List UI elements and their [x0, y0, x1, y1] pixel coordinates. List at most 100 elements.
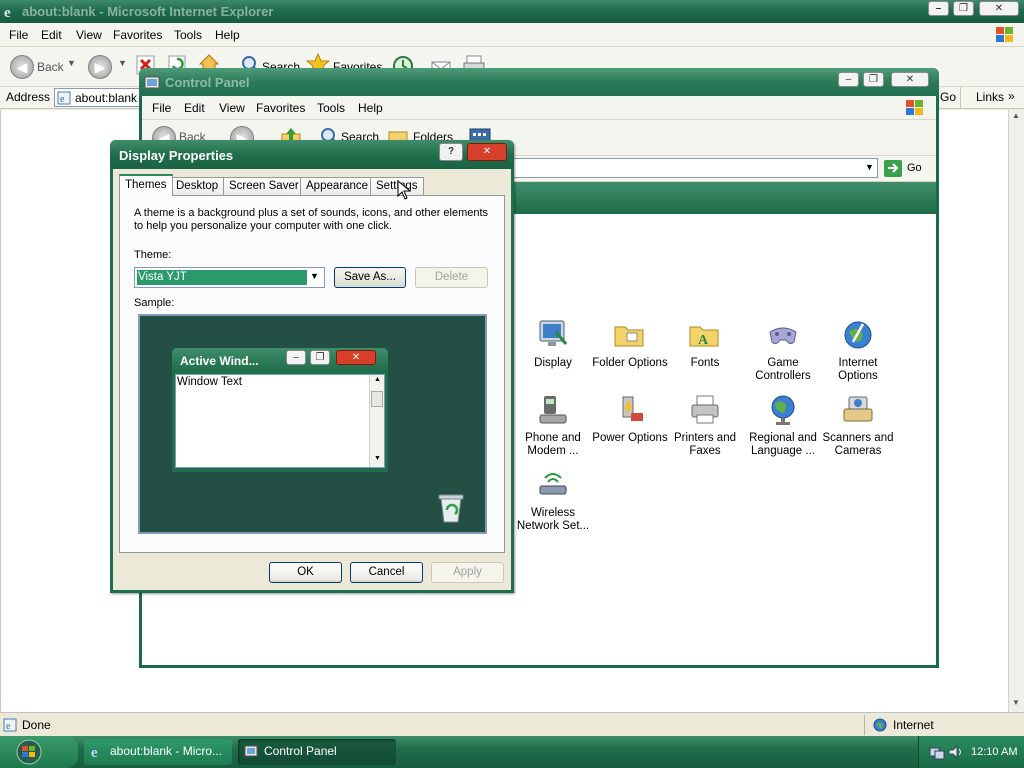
cp-item-label: Regional and Language ... [749, 432, 817, 457]
cp-go-label[interactable]: Go [907, 162, 922, 174]
help-button[interactable]: ? [439, 143, 463, 161]
ie-forward-arrow-icon[interactable]: ▶ [88, 55, 112, 79]
cp-item-fonts[interactable]: A Fonts [667, 318, 743, 370]
sample-scroll-down-icon: ▼ [374, 455, 381, 462]
task-internet-explorer[interactable]: e about:blank - Micro... [84, 739, 232, 765]
cp-close-button[interactable]: ✕ [891, 72, 929, 87]
save-as-button[interactable]: Save As... [334, 267, 406, 288]
ie-links-label[interactable]: Links [976, 90, 1004, 104]
ok-button[interactable]: OK [269, 562, 342, 583]
cp-item-regional-language[interactable]: Regional and Language ... [745, 393, 821, 458]
cp-title-bar[interactable]: Control Panel – ❐ ✕ [139, 68, 939, 96]
cp-minimize-button[interactable]: – [838, 72, 859, 87]
cp-windows-flag-icon [906, 100, 923, 115]
tab-appearance[interactable]: Appearance [300, 177, 375, 195]
tab-screen-saver[interactable]: Screen Saver [223, 177, 305, 195]
cp-menu-edit[interactable]: Edit [184, 101, 205, 115]
cp-menu-tools[interactable]: Tools [317, 101, 345, 115]
cp-item-scanners-cameras[interactable]: Scanners and Cameras [820, 393, 896, 458]
tab-desktop[interactable]: Desktop [170, 177, 225, 195]
cp-item-label: Phone and Modem ... [525, 432, 581, 457]
start-button[interactable] [0, 736, 78, 768]
cp-item-label: Printers and Faxes [673, 432, 736, 457]
sample-maximize-icon: ❐ [310, 350, 330, 365]
task-label: Control Panel [264, 744, 337, 758]
ie-back-dropdown-icon[interactable]: ▼ [67, 58, 76, 68]
cp-item-display[interactable]: Display [515, 318, 591, 370]
tab-themes[interactable]: Themes [119, 174, 173, 196]
cp-menu-view[interactable]: View [219, 101, 245, 115]
ie-address-input[interactable]: e about:blank [54, 88, 140, 107]
cp-item-label: Scanners and Cameras [822, 432, 894, 457]
cp-item-wireless-network[interactable]: Wireless Network Set... [515, 468, 591, 533]
ie-back-arrow-icon[interactable]: ◀ [10, 55, 34, 79]
network-tray-icon[interactable] [929, 744, 945, 760]
ie-menu-edit[interactable]: Edit [41, 28, 62, 42]
folder-options-icon [614, 326, 644, 347]
ie-title-text: about:blank - Microsoft Internet Explore… [22, 4, 274, 19]
ie-forward-dropdown-icon[interactable]: ▼ [118, 58, 127, 68]
ie-menu-favorites[interactable]: Favorites [113, 28, 162, 42]
cp-item-label: Power Options [592, 432, 668, 444]
cp-menu-file[interactable]: File [152, 101, 171, 115]
ie-vertical-scrollbar[interactable]: ▲ ▼ [1008, 110, 1024, 712]
theme-select-dropdown-icon[interactable]: ▼ [310, 271, 319, 281]
ie-back-label[interactable]: Back [37, 60, 64, 74]
ie-scroll-up-icon[interactable]: ▲ [1012, 111, 1020, 120]
sample-close-icon: ✕ [336, 350, 376, 365]
cp-go-arrow-icon[interactable] [884, 160, 902, 177]
cp-item-game-controllers[interactable]: Game Controllers [745, 318, 821, 383]
ie-menu-file[interactable]: File [9, 28, 28, 42]
cp-item-label: Fonts [690, 357, 720, 369]
apply-button[interactable]: Apply [431, 562, 504, 583]
cp-item-power-options[interactable]: Power Options [592, 393, 668, 445]
theme-select[interactable]: Vista YJT ▼ [134, 267, 325, 288]
cp-item-phone-modem[interactable]: Phone and Modem ... [515, 393, 591, 458]
ie-scroll-down-icon[interactable]: ▼ [1012, 698, 1020, 707]
task-control-panel[interactable]: Control Panel [238, 739, 396, 765]
theme-select-value: Vista YJT [137, 270, 307, 285]
cp-address-input[interactable]: ▼ [512, 158, 878, 178]
windows-flag-icon [996, 27, 1013, 42]
svg-text:A: A [698, 333, 709, 348]
ie-status-text: Done [22, 718, 51, 732]
ie-menu-help[interactable]: Help [215, 28, 240, 42]
ie-maximize-button[interactable]: ❐ [953, 1, 974, 16]
internet-zone-globe-icon [873, 718, 887, 732]
ie-menu-tools[interactable]: Tools [174, 28, 202, 42]
ie-zone-text: Internet [893, 718, 934, 732]
volume-tray-icon[interactable] [947, 744, 963, 760]
cancel-button[interactable]: Cancel [350, 562, 423, 583]
tray-clock[interactable]: 12:10 AM [971, 746, 1017, 758]
dialog-body: Themes Desktop Screen Saver Appearance S… [113, 169, 511, 590]
cp-menu-help[interactable]: Help [358, 101, 383, 115]
ie-go-button[interactable]: Go [940, 90, 956, 104]
cp-item-printers-faxes[interactable]: Printers and Faxes [667, 393, 743, 458]
ie-title-bar[interactable]: e about:blank - Microsoft Internet Explo… [0, 0, 1024, 23]
task-ie-icon: e [91, 745, 98, 759]
sample-window-title: Active Wind... [180, 354, 259, 368]
ie-links-chevron-icon[interactable]: » [1008, 89, 1015, 103]
dialog-title-bar[interactable]: Display Properties ? ✕ [110, 140, 514, 169]
ie-minimize-button[interactable]: – [928, 1, 949, 16]
cp-menu-favorites[interactable]: Favorites [256, 101, 305, 115]
ie-address-value: about:blank [75, 91, 138, 105]
cp-item-label: Folder Options [592, 357, 668, 369]
cp-address-dropdown-icon[interactable]: ▼ [865, 162, 874, 172]
ie-status-bar: e Done Internet [0, 712, 1024, 736]
delete-button[interactable]: Delete [415, 267, 488, 288]
task-label: about:blank - Micro... [110, 744, 223, 758]
cp-maximize-button[interactable]: ❐ [863, 72, 884, 87]
theme-label: Theme: [134, 249, 172, 261]
sample-window-client: Window Text ▲ ▼ [175, 374, 385, 468]
cp-item-label: Game Controllers [755, 357, 811, 382]
ie-menu-view[interactable]: View [76, 28, 102, 42]
cp-item-internet-options[interactable]: Internet Options [820, 318, 896, 383]
internet-options-icon [844, 321, 872, 349]
cp-item-folder-options[interactable]: Folder Options [592, 318, 668, 370]
cp-item-label: Internet Options [838, 357, 878, 382]
dialog-close-button[interactable]: ✕ [467, 143, 507, 161]
display-icon [539, 320, 568, 346]
wireless-icon [539, 473, 567, 495]
ie-close-button[interactable]: ✕ [979, 1, 1019, 16]
